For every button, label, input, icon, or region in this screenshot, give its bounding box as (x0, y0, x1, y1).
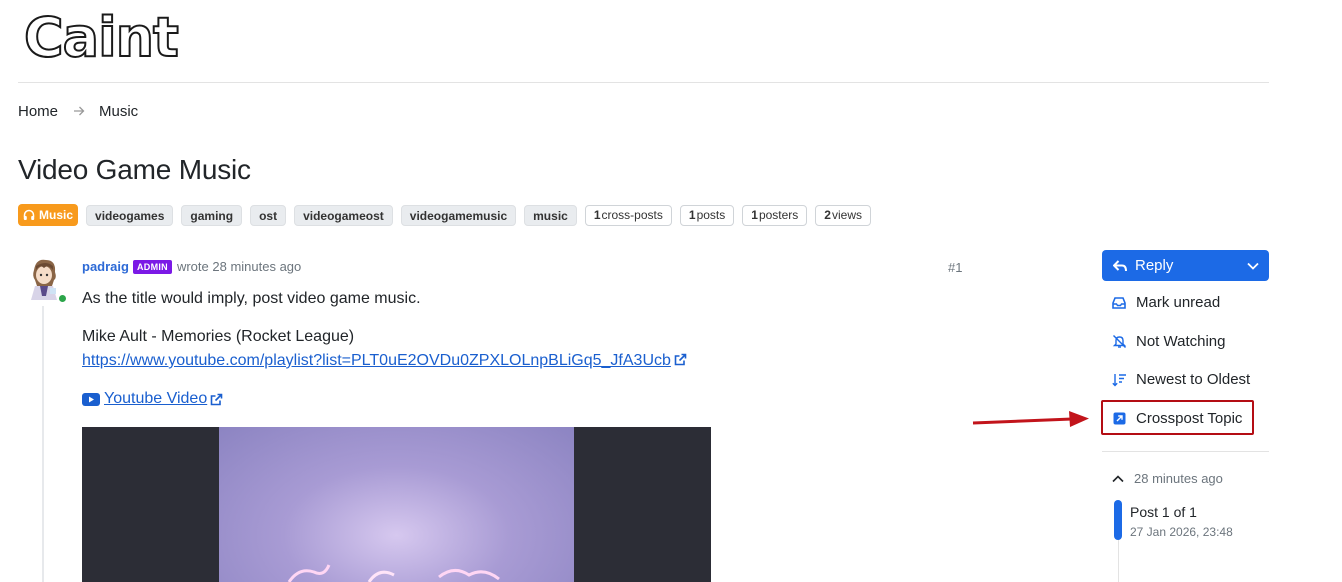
reply-icon (1113, 259, 1127, 272)
headphones-icon (23, 209, 35, 220)
timeline-ago-label: 28 minutes ago (1134, 471, 1223, 486)
stat-posts: 1posts (679, 204, 735, 226)
post-content: As the title would imply, post video gam… (82, 287, 687, 411)
breadcrumb-current: Music (99, 103, 139, 120)
post-text: Mike Ault - Memories (Rocket League) (82, 328, 355, 345)
stat-posters: 1posters (742, 204, 808, 226)
external-link-icon (674, 353, 687, 366)
breadcrumb: Home Music (18, 103, 138, 120)
stat-views: 2views (815, 204, 871, 226)
tag-item[interactable]: videogames (86, 204, 174, 226)
admin-badge[interactable]: ADMIN (132, 259, 172, 274)
annotation-arrow-icon (970, 407, 1092, 436)
site-logo[interactable]: Caint (24, 8, 244, 62)
post-thread-line (42, 306, 44, 582)
watch-toggle-button[interactable]: Not Watching (1110, 333, 1225, 350)
chevron-up-icon[interactable] (1112, 474, 1124, 483)
stat-crossposts: 1cross-posts (584, 204, 672, 226)
topic-tags: Music videogames gaming ost videogameost… (18, 204, 871, 226)
sort-button[interactable]: Newest to Oldest (1110, 371, 1250, 388)
inbox-icon (1110, 296, 1128, 309)
post-header: padraig ADMIN wrote 28 minutes ago (82, 259, 301, 274)
category-label: Music (39, 208, 74, 222)
video-embed[interactable] (82, 427, 711, 582)
breadcrumb-home[interactable]: Home (18, 103, 58, 120)
post-time[interactable]: wrote 28 minutes ago (177, 259, 301, 274)
watch-label: Not Watching (1136, 333, 1226, 350)
tag-item[interactable]: videogamemusic (400, 204, 517, 226)
sidebar-divider (1102, 451, 1269, 452)
tag-item[interactable]: videogameost (294, 204, 393, 226)
timeline-post-date: 27 Jan 2026, 23:48 (1130, 525, 1233, 539)
youtube-icon (82, 392, 100, 406)
online-status-indicator (57, 293, 68, 304)
annotation-highlight-box (1101, 400, 1254, 435)
arrow-right-icon (74, 104, 85, 119)
category-badge[interactable]: Music (18, 204, 79, 226)
tag-item[interactable]: ost (250, 204, 287, 226)
svg-text:Caint: Caint (24, 8, 178, 62)
playlist-link[interactable]: https://www.youtube.com/playlist?list=PL… (82, 352, 671, 369)
reply-button[interactable]: Reply (1102, 250, 1269, 281)
post-author[interactable]: padraig (82, 259, 129, 274)
tag-item[interactable]: gaming (181, 204, 243, 226)
mark-unread-label: Mark unread (1136, 294, 1221, 311)
page-title: Video Game Music (18, 154, 251, 185)
external-link-icon (210, 393, 223, 405)
header-divider (18, 82, 1269, 83)
sort-label: Newest to Oldest (1136, 371, 1251, 388)
mark-unread-button[interactable]: Mark unread (1110, 294, 1220, 311)
tag-item[interactable]: music (524, 204, 577, 226)
post-text: As the title would imply, post video gam… (82, 290, 421, 307)
bell-slash-icon (1110, 334, 1128, 349)
youtube-video-link[interactable]: Youtube Video (104, 387, 207, 411)
chevron-down-icon[interactable] (1247, 262, 1259, 270)
timeline-scroll-handle[interactable] (1114, 500, 1122, 540)
timeline-top[interactable]: 28 minutes ago (1112, 471, 1223, 486)
post-index[interactable]: #1 (948, 260, 962, 275)
video-thumbnail (219, 427, 574, 582)
reply-label: Reply (1135, 257, 1174, 274)
timeline-post-counter: Post 1 of 1 (1130, 504, 1197, 520)
sort-descending-icon (1110, 373, 1128, 387)
